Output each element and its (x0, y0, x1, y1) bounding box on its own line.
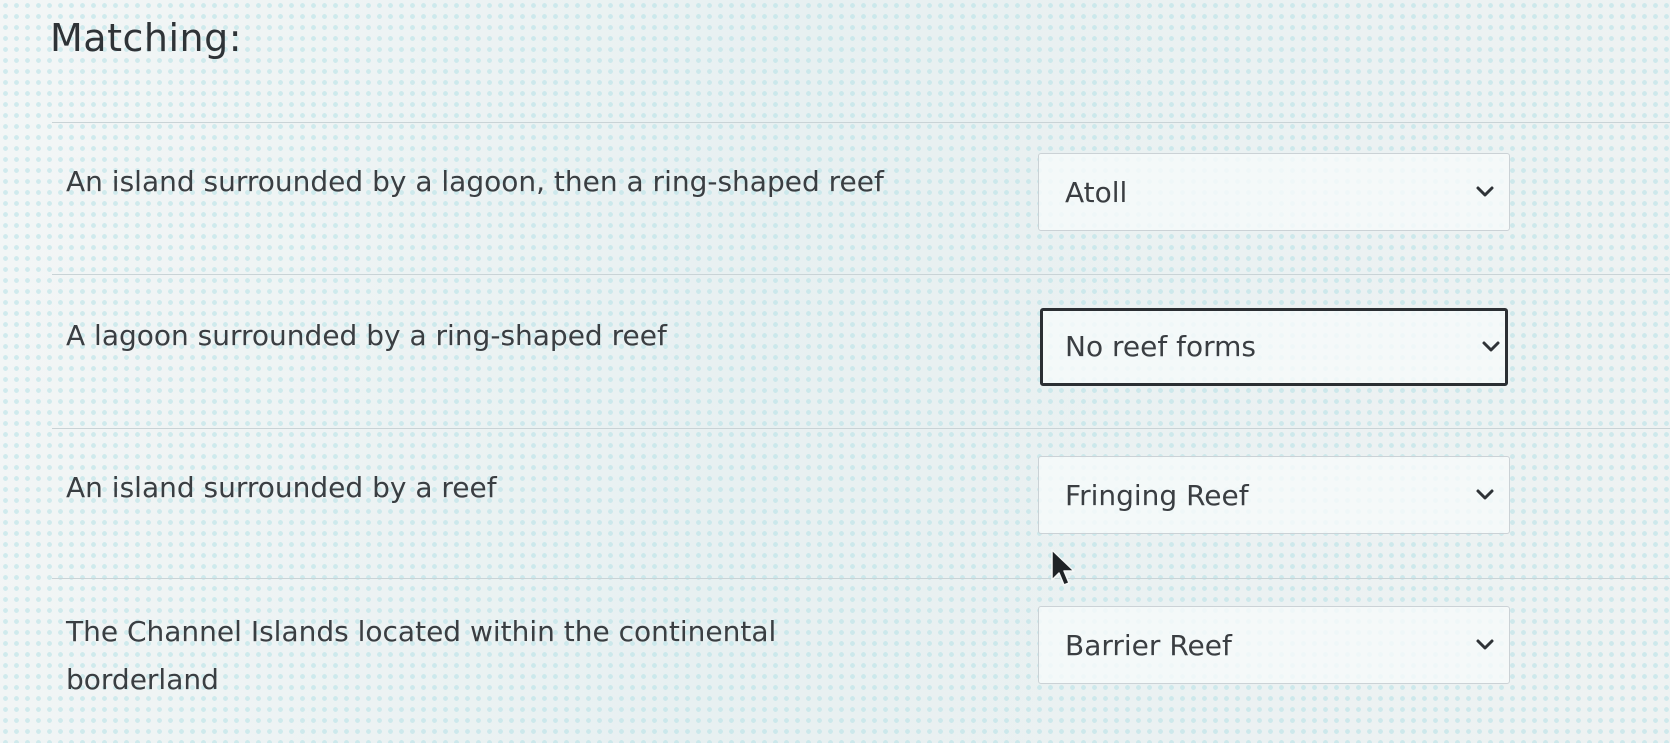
matching-prompt-4: The Channel Islands located within the c… (66, 615, 777, 696)
divider (52, 428, 1670, 429)
page-title: Matching: (50, 16, 243, 60)
chevron-down-icon (1476, 186, 1494, 197)
answer-select-value: Fringing Reef (1065, 479, 1249, 512)
matching-prompt-1: An island surrounded by a lagoon, then a… (66, 165, 884, 198)
chevron-down-icon (1482, 341, 1500, 352)
answer-select-3[interactable]: Fringing Reef (1038, 456, 1510, 534)
divider (52, 274, 1670, 275)
answer-select-1[interactable]: Atoll (1038, 153, 1510, 231)
divider (52, 122, 1670, 123)
answer-select-value: Barrier Reef (1065, 629, 1232, 662)
matching-prompt-2: A lagoon surrounded by a ring-shaped ree… (66, 319, 667, 352)
mouse-pointer-icon (1051, 549, 1075, 586)
divider (52, 578, 1670, 579)
matching-prompt-3: An island surrounded by a reef (66, 471, 497, 504)
chevron-down-icon (1476, 639, 1494, 650)
chevron-down-icon (1476, 489, 1494, 500)
answer-select-2[interactable]: No reef forms (1040, 308, 1508, 386)
answer-select-4[interactable]: Barrier Reef (1038, 606, 1510, 684)
answer-select-value: Atoll (1065, 176, 1128, 209)
answer-select-value: No reef forms (1065, 330, 1256, 363)
